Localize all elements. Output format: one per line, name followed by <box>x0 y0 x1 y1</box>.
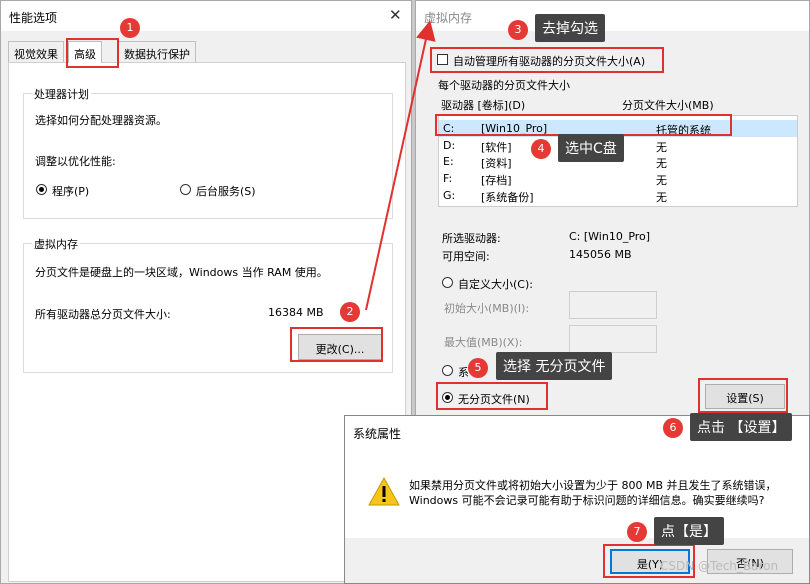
drive-letter: D: <box>443 139 456 152</box>
drive-label: [系统备份] <box>481 191 534 204</box>
drive-size: 无 <box>656 191 667 204</box>
radio-programs-label: 程序(P) <box>52 185 90 198</box>
close-icon[interactable]: ✕ <box>389 6 402 24</box>
dialog-title: 系统属性 <box>353 427 402 441</box>
highlight-drive-c <box>435 114 732 136</box>
tip-select-c: 选中C盘 <box>558 134 624 162</box>
vm-titlebar: 虚拟内存 <box>416 1 809 31</box>
col-drive-header: 驱动器 [卷标](D) <box>441 99 526 112</box>
step-badge-2: 2 <box>340 302 360 322</box>
tab-visual-effects[interactable]: 视觉效果 <box>8 41 64 63</box>
tab-advanced[interactable]: 高级 <box>68 41 102 63</box>
step-badge-6: 6 <box>663 418 683 438</box>
drive-row-f[interactable]: F: [存档] 无 <box>439 170 797 187</box>
radio-services[interactable] <box>180 184 191 195</box>
step-badge-4: 4 <box>531 139 551 159</box>
drive-size: 无 <box>656 157 667 170</box>
watermark: CSDN @Tech_Baron <box>660 559 779 573</box>
group-title: 处理器计划 <box>32 86 91 102</box>
total-paging-label: 所有驱动器总分页文件大小: <box>35 308 171 321</box>
drive-letter: G: <box>443 189 456 202</box>
step-badge-3: 3 <box>508 20 528 40</box>
group-title: 虚拟内存 <box>32 236 80 252</box>
highlight-auto-manage <box>430 47 664 73</box>
step-badge-1: 1 <box>120 18 140 38</box>
perf-window-title: 性能选项 <box>9 11 58 25</box>
processor-group: 处理器计划 选择如何分配处理器资源。 调整以优化性能: 程序(P) 后台服务(S… <box>23 86 393 219</box>
drive-letter: F: <box>443 172 453 185</box>
radio-system-managed[interactable] <box>442 365 453 376</box>
tip-click-yes: 点【是】 <box>654 517 724 545</box>
initial-size-input[interactable] <box>569 291 657 319</box>
perf-titlebar: 性能选项 ✕ <box>1 1 411 31</box>
radio-programs[interactable] <box>36 184 47 195</box>
drive-row-g[interactable]: G: [系统备份] 无 <box>439 187 797 204</box>
tip-uncheck: 去掉勾选 <box>535 14 605 42</box>
radio-services-label: 后台服务(S) <box>196 185 256 198</box>
max-size-input[interactable] <box>569 325 657 353</box>
tip-click-set: 点击 【设置】 <box>690 413 793 441</box>
warning-icon <box>368 476 400 506</box>
per-drive-label: 每个驱动器的分页文件大小 <box>438 79 570 92</box>
vm-window-title: 虚拟内存 <box>424 11 473 25</box>
total-paging-value: 16384 MB <box>268 306 324 319</box>
tab-label: 视觉效果 <box>14 48 58 61</box>
drive-label: [资料] <box>481 157 512 170</box>
dialog-message-line2: Windows 可能不会记录可能有助于标识问题的详细信息。确实要继续吗? <box>409 494 765 507</box>
custom-size-label: 自定义大小(C): <box>458 278 533 291</box>
drive-size: 无 <box>656 174 667 187</box>
tab-label: 数据执行保护 <box>124 48 190 61</box>
dialog-message-line1: 如果禁用分页文件或将初始大小设置为少于 800 MB 并且发生了系统错误， <box>409 479 777 492</box>
step-badge-7: 7 <box>627 522 647 542</box>
drive-label: [存档] <box>481 174 512 187</box>
tip-no-paging: 选择 无分页文件 <box>496 352 613 380</box>
highlight-set-button <box>698 378 788 413</box>
selected-drive-label: 所选驱动器: <box>442 232 501 245</box>
selected-drive-value: C: [Win10_Pro] <box>569 230 651 243</box>
vm-desc: 分页文件是硬盘上的一块区域，Windows 当作 RAM 使用。 <box>35 266 328 279</box>
drive-letter: E: <box>443 155 454 168</box>
free-space-value: 145056 MB <box>569 248 632 261</box>
tab-dep[interactable]: 数据执行保护 <box>118 41 196 63</box>
col-size-header: 分页文件大小(MB) <box>622 99 714 112</box>
processor-desc: 选择如何分配处理器资源。 <box>35 114 167 127</box>
initial-size-label: 初始大小(MB)(I): <box>444 302 530 315</box>
max-size-label: 最大值(MB)(X): <box>444 336 523 349</box>
step-badge-5: 5 <box>468 358 488 378</box>
tab-label: 高级 <box>74 48 96 61</box>
free-space-label: 可用空间: <box>442 250 490 263</box>
radio-custom-size[interactable] <box>442 277 453 288</box>
highlight-no-paging <box>436 382 548 410</box>
highlight-change-button <box>290 327 383 362</box>
adjust-label: 调整以优化性能: <box>35 155 116 168</box>
